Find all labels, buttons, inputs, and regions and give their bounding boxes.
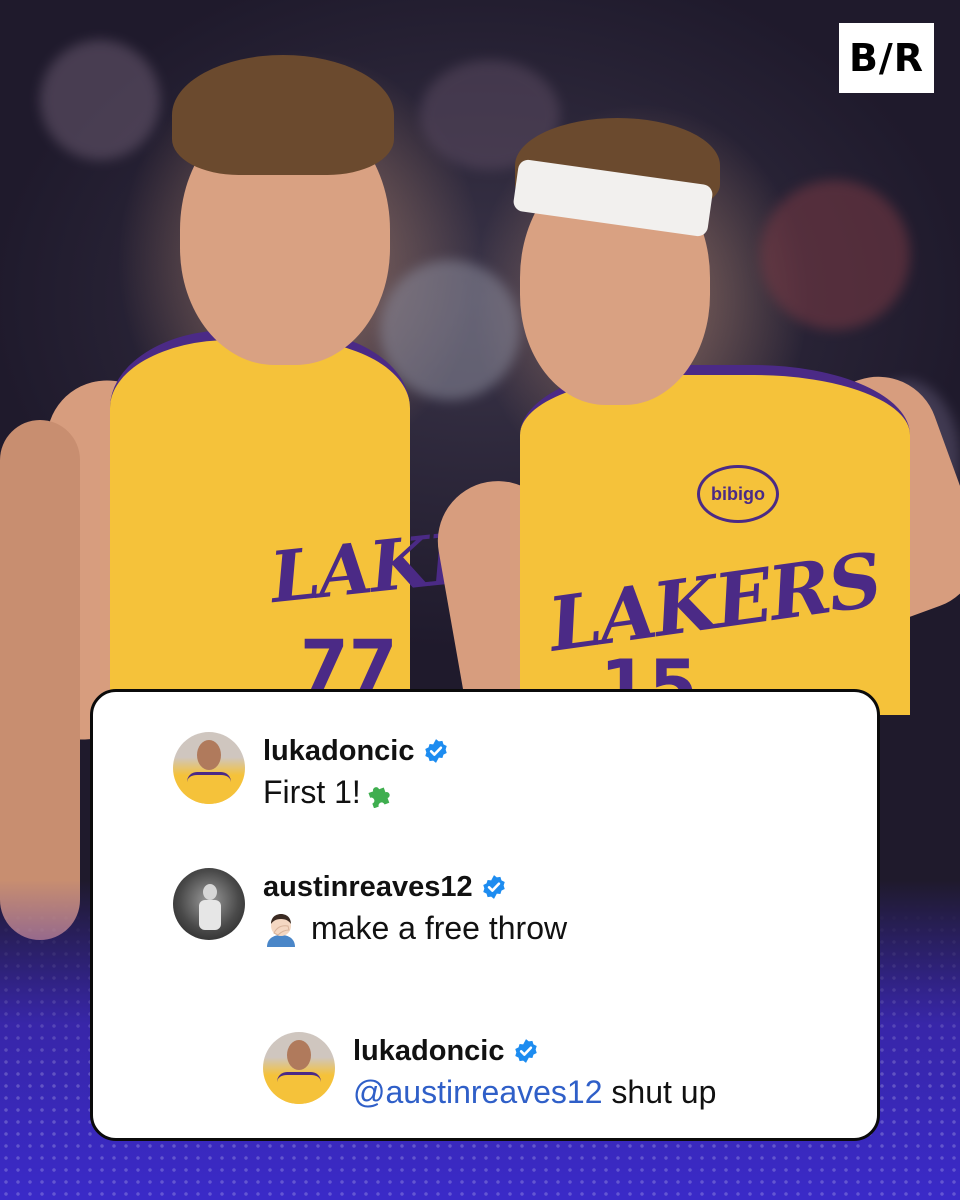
mention-link[interactable]: @austinreaves12 — [353, 1074, 603, 1111]
crowd-blob — [40, 40, 160, 160]
avatar[interactable] — [173, 868, 245, 940]
comment-username[interactable]: lukadoncic — [353, 1035, 505, 1068]
br-logo-text: B/R — [848, 36, 925, 80]
avatar[interactable] — [263, 1032, 335, 1104]
edge-arm — [0, 420, 80, 940]
avatar[interactable] — [173, 732, 245, 804]
comment-text: make a free throw — [311, 910, 568, 946]
left-player-hair — [172, 55, 394, 175]
comment-username[interactable]: austinreaves12 — [263, 871, 473, 904]
puzzle-piece-icon — [368, 786, 390, 808]
crowd-blob — [760, 180, 910, 330]
verified-badge-icon — [482, 875, 505, 899]
verified-badge-icon — [424, 739, 447, 763]
comments-card: lukadoncic First 1! austinreaves12 make … — [90, 689, 880, 1141]
comment-item: austinreaves12 make a free throw — [173, 868, 567, 947]
comment-item: lukadoncic First 1! — [173, 732, 449, 811]
comment-username[interactable]: lukadoncic — [263, 735, 415, 768]
sponsor-patch: bibigo — [697, 465, 779, 523]
comment-text: First 1! — [263, 774, 361, 810]
comment-reply-item: lukadoncic @austinreaves12 shut up — [263, 1032, 716, 1111]
verified-badge-icon — [514, 1039, 537, 1063]
comment-text: shut up — [602, 1074, 717, 1110]
facepalm-icon — [267, 913, 295, 947]
br-logo: B/R — [839, 23, 934, 93]
